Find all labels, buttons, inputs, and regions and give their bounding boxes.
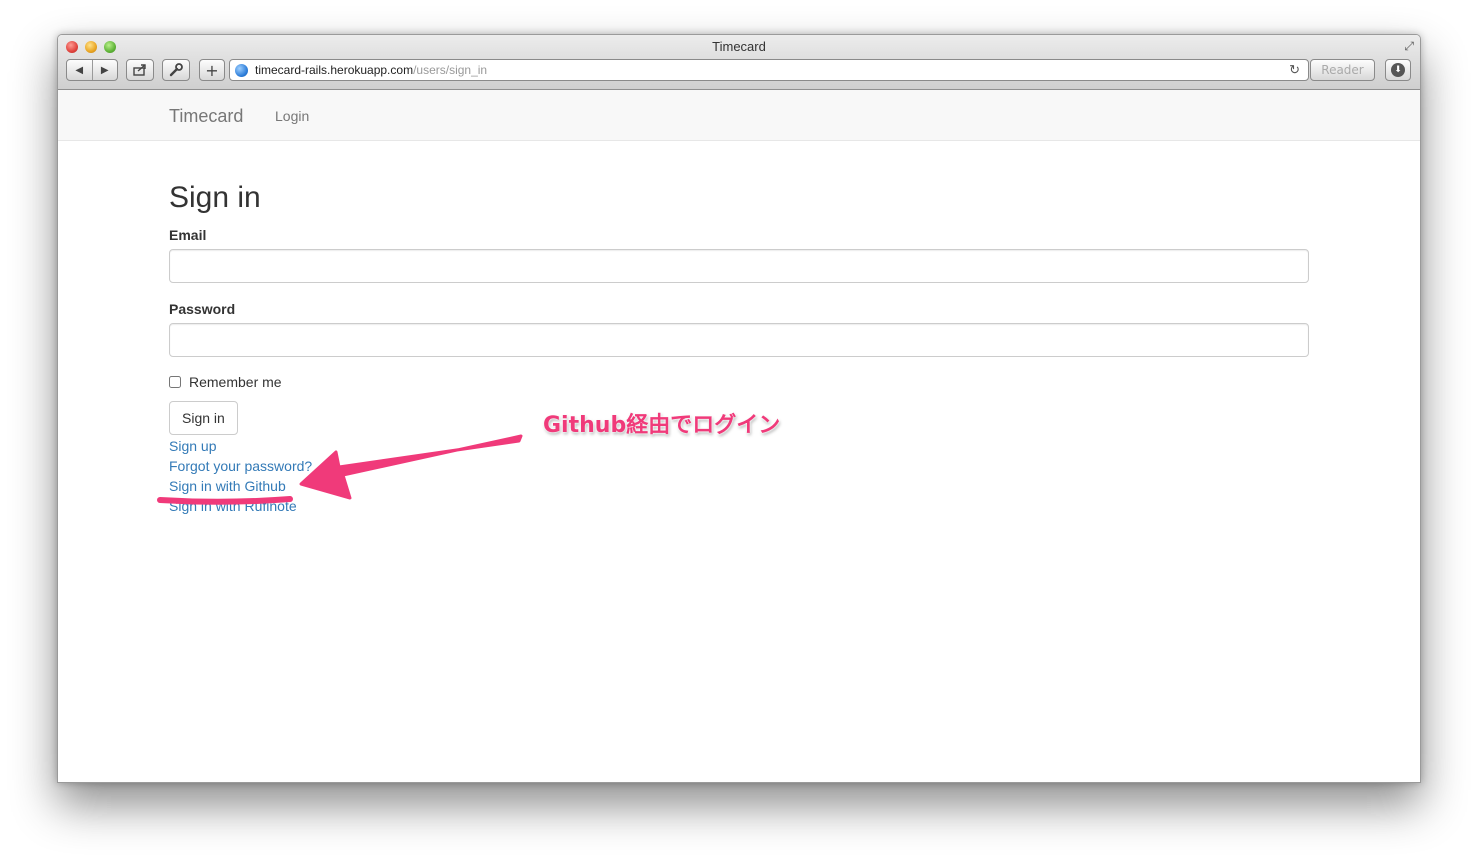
email-label: Email <box>169 227 207 243</box>
share-button[interactable] <box>126 59 154 81</box>
forward-arrow-icon[interactable]: ▶ <box>93 65 118 76</box>
annotation-label: Github経由でログイン <box>543 413 781 438</box>
reader-button[interactable]: Reader <box>1310 59 1375 81</box>
sign-in-button[interactable]: Sign in <box>169 401 238 435</box>
page-title: Sign in <box>169 181 261 214</box>
url-host: timecard-rails.herokuapp.com <box>255 63 414 77</box>
fullscreen-icon[interactable]: ⤢ <box>1404 39 1414 54</box>
nav-login-link[interactable]: Login <box>275 108 309 124</box>
sign-in-github-link[interactable]: Sign in with Github <box>169 478 286 494</box>
back-arrow-icon[interactable]: ◀ <box>67 65 92 76</box>
download-arrow-icon: ⬇ <box>1391 63 1405 77</box>
sign-in-rufinote-link[interactable]: Sign in with Rufinote <box>169 498 297 514</box>
downloads-button[interactable]: ⬇ <box>1385 59 1411 81</box>
reload-icon[interactable]: ↻ <box>1289 62 1300 78</box>
wrench-icon <box>169 63 183 77</box>
share-icon <box>133 64 146 76</box>
globe-icon <box>235 63 248 77</box>
navbar-brand[interactable]: Timecard <box>169 106 243 127</box>
address-bar[interactable]: timecard-rails.herokuapp.com/users/sign_… <box>229 59 1309 81</box>
remember-me-label: Remember me <box>189 374 282 390</box>
browser-titlebar: Timecard ⤢ ◀ ▶ + timecard-rails.herokuap… <box>58 35 1420 90</box>
password-field[interactable] <box>169 323 1309 357</box>
navbar: Timecard Login <box>58 90 1420 141</box>
forgot-password-link[interactable]: Forgot your password? <box>169 458 312 474</box>
new-tab-button[interactable]: + <box>199 59 225 81</box>
sign-up-link[interactable]: Sign up <box>169 438 216 454</box>
remember-me-row: Remember me <box>169 374 282 390</box>
remember-me-checkbox[interactable] <box>169 376 181 388</box>
back-forward-buttons: ◀ ▶ <box>66 59 118 81</box>
preferences-button[interactable] <box>162 59 190 81</box>
email-field[interactable] <box>169 249 1309 283</box>
password-label: Password <box>169 301 236 317</box>
window-title: Timecard <box>712 39 766 54</box>
url-path: /users/sign_in <box>413 63 488 77</box>
